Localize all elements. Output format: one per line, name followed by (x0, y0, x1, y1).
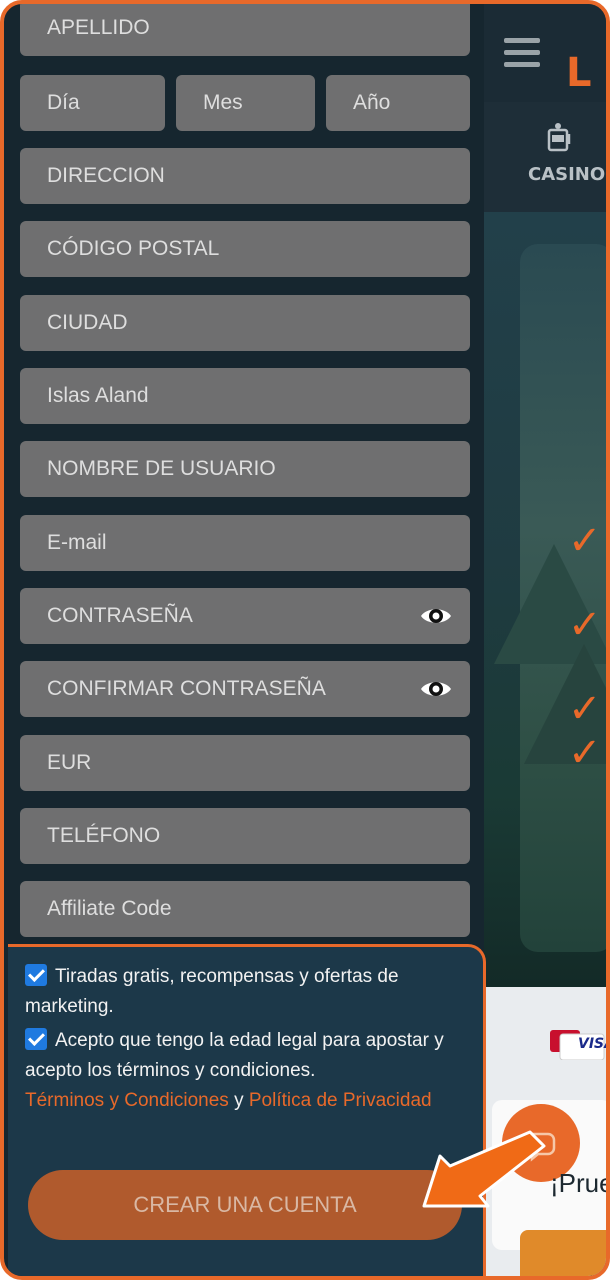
password-field[interactable]: CONTRASEÑA (20, 588, 470, 644)
birth-day-select[interactable]: Día (20, 75, 165, 131)
checkmark-icon: ✓ (568, 730, 602, 776)
links-connector: y (234, 1090, 244, 1111)
address-field[interactable]: DIRECCION (20, 148, 470, 204)
postal-code-field[interactable]: CÓDIGO POSTAL (20, 221, 470, 277)
arrow-icon (422, 1130, 546, 1208)
birth-month-select[interactable]: Mes (176, 75, 315, 131)
phone-field[interactable]: TELÉFONO (20, 808, 470, 864)
visa-logo: VISA (578, 1036, 606, 1052)
username-field[interactable]: NOMBRE DE USUARIO (20, 441, 470, 497)
marketing-consent: Tiradas gratis, recompensas y ofertas de… (25, 962, 455, 1022)
legal-age-consent-text: Acepto que tengo la edad legal para apos… (25, 1030, 444, 1081)
legal-links: Términos y Condiciones y Política de Pri… (25, 1086, 455, 1116)
surname-field[interactable]: APELLIDO (20, 4, 470, 56)
eye-icon[interactable] (420, 677, 452, 701)
bottom-tile (520, 1230, 606, 1276)
password-placeholder: CONTRASEÑA (47, 604, 193, 627)
legal-age-consent: Acepto que tengo la edad legal para apos… (25, 1026, 455, 1086)
birth-year-select[interactable]: Año (326, 75, 470, 131)
privacy-link[interactable]: Política de Privacidad (249, 1090, 432, 1111)
site-nav (484, 102, 606, 212)
create-account-button[interactable]: CREAR UNA CUENTA (28, 1170, 462, 1240)
marketing-consent-text: Tiradas gratis, recompensas y ofertas de… (25, 966, 399, 1017)
affiliate-code-field[interactable]: Affiliate Code (20, 881, 470, 937)
site-logo[interactable]: L (566, 50, 591, 96)
confirm-password-placeholder: CONFIRMAR CONTRASEÑA (47, 677, 326, 700)
eye-icon[interactable] (420, 604, 452, 628)
hamburger-icon[interactable] (504, 38, 540, 68)
currency-select[interactable]: EUR (20, 735, 470, 791)
nav-casino-label[interactable]: CASINO (528, 164, 605, 185)
checkmark-icon: ✓ (568, 602, 602, 648)
site-header (484, 4, 606, 102)
slot-machine-icon (547, 123, 571, 152)
promo-heading: ¡Prue (550, 1168, 610, 1198)
screen-frame: L CASINO ✓ ✓ ✓ ✓ VISA ¡Prue (0, 0, 610, 1280)
city-field[interactable]: CIUDAD (20, 295, 470, 351)
checkmark-icon: ✓ (568, 518, 602, 564)
country-select[interactable]: Islas Aland (20, 368, 470, 424)
legal-age-checkbox[interactable] (25, 1028, 47, 1050)
terms-link[interactable]: Términos y Condiciones (25, 1090, 229, 1111)
marketing-checkbox[interactable] (25, 964, 47, 986)
confirm-password-field[interactable]: CONFIRMAR CONTRASEÑA (20, 661, 470, 717)
checkmark-icon: ✓ (568, 686, 602, 732)
email-field[interactable]: E-mail (20, 515, 470, 571)
